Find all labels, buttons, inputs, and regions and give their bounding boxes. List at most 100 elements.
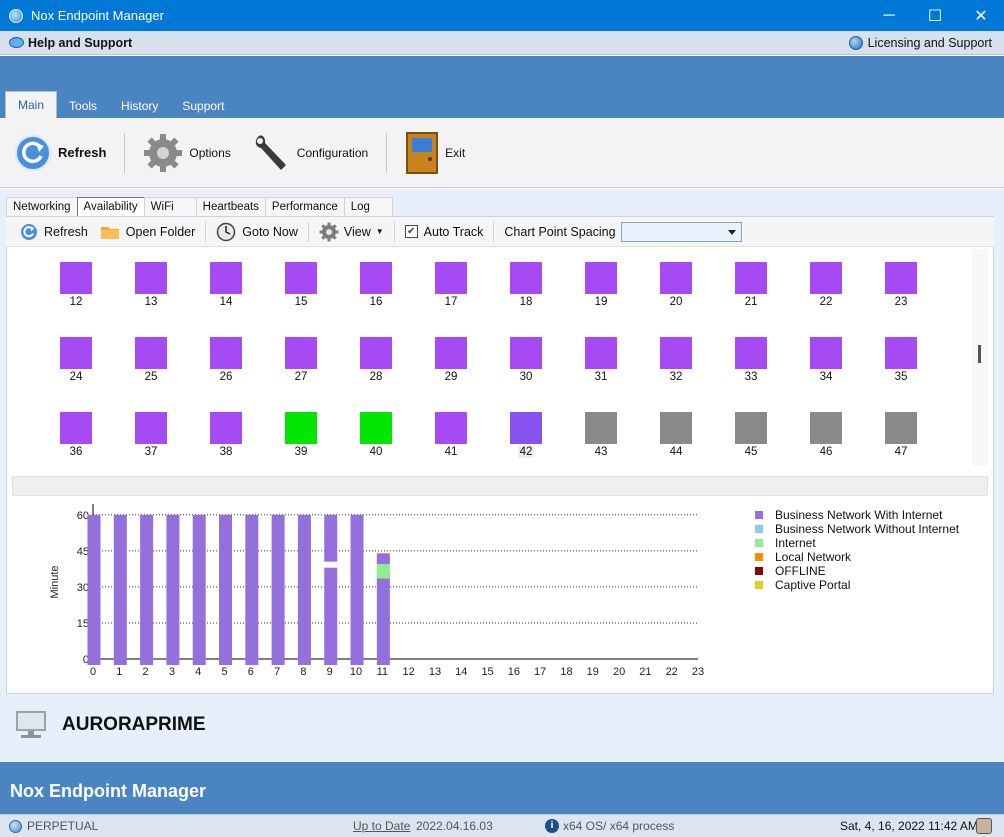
- minute-label: 17: [444, 296, 458, 308]
- minute-cell[interactable]: 24: [46, 324, 106, 384]
- minute-cell[interactable]: 33: [721, 324, 781, 384]
- minute-cell[interactable]: 42: [496, 399, 556, 459]
- auto-track-toggle[interactable]: ✔ Auto Track: [399, 220, 490, 244]
- chart-bar: [87, 514, 101, 665]
- goto-now-button[interactable]: Goto Now: [210, 220, 304, 244]
- minute-cell[interactable]: 12: [46, 249, 106, 309]
- minute-status-square: [285, 337, 317, 369]
- minute-cell[interactable]: 45: [721, 399, 781, 459]
- minute-cell[interactable]: 37: [121, 399, 181, 459]
- minute-cell[interactable]: 16: [346, 249, 406, 309]
- minimize-button[interactable]: ─: [866, 0, 912, 31]
- minute-cell[interactable]: 19: [571, 249, 631, 309]
- legend-label: Captive Portal: [775, 578, 851, 592]
- minute-cell[interactable]: 17: [421, 249, 481, 309]
- minute-cell[interactable]: 13: [121, 249, 181, 309]
- minute-label: 45: [744, 446, 758, 458]
- minute-cell[interactable]: 35: [871, 324, 931, 384]
- chart-point-spacing: Chart Point Spacing: [498, 220, 747, 244]
- minute-cell[interactable]: 18: [496, 249, 556, 309]
- auto-track-checkbox[interactable]: ✔: [404, 225, 418, 238]
- minute-cell[interactable]: 40: [346, 399, 406, 459]
- minute-label: 25: [144, 371, 158, 383]
- minute-cell[interactable]: 29: [421, 324, 481, 384]
- scrollbar-thumb[interactable]: [978, 345, 981, 363]
- minute-cell[interactable]: 31: [571, 324, 631, 384]
- open-folder-button[interactable]: Open Folder: [94, 220, 201, 244]
- tab-availability[interactable]: Availability: [76, 197, 145, 216]
- help-bar: Help and Support Licensing and Support: [0, 31, 1004, 55]
- x-tick-label: 11: [377, 666, 388, 678]
- window-title: Nox Endpoint Manager: [31, 8, 164, 23]
- goto-now-label: Goto Now: [242, 224, 298, 239]
- help-and-support-link[interactable]: Help and Support: [9, 36, 132, 50]
- close-button[interactable]: ✕: [958, 0, 1004, 31]
- update-status-link[interactable]: Up to Date: [353, 819, 410, 833]
- minute-cell[interactable]: 28: [346, 324, 406, 384]
- minute-cell[interactable]: 44: [646, 399, 706, 459]
- minute-cell[interactable]: 39: [271, 399, 331, 459]
- minute-cell[interactable]: 47: [871, 399, 931, 459]
- configuration-button[interactable]: Configuration: [241, 123, 378, 183]
- minute-label: 38: [219, 446, 233, 458]
- chart-point-spacing-select[interactable]: [620, 221, 742, 242]
- avatar[interactable]: [976, 818, 992, 834]
- tab-performance[interactable]: Performance: [264, 197, 345, 216]
- minute-label: 19: [594, 296, 608, 308]
- ribbon-tab-history[interactable]: History: [109, 94, 170, 118]
- machine-info: AURORAPRIME: [0, 700, 1004, 750]
- ribbon-tab-support[interactable]: Support: [170, 94, 236, 118]
- minute-label: 22: [819, 296, 833, 308]
- view-dropdown-button[interactable]: View ▼: [313, 220, 390, 244]
- minute-status-square: [585, 337, 617, 369]
- minute-cell[interactable]: 20: [646, 249, 706, 309]
- minute-cell[interactable]: 34: [796, 324, 856, 384]
- minute-status-square: [360, 412, 392, 444]
- ribbon-tab-main[interactable]: Main: [5, 91, 58, 118]
- minute-cell[interactable]: 41: [421, 399, 481, 459]
- minute-label: 42: [518, 446, 534, 458]
- maximize-button[interactable]: ☐: [912, 0, 958, 31]
- ribbon-separator: [124, 132, 126, 173]
- ribbon-tab-tools[interactable]: Tools: [57, 94, 109, 118]
- minute-cell[interactable]: 43: [571, 399, 631, 459]
- minute-label: 39: [294, 446, 308, 458]
- x-tick-label: 19: [587, 666, 599, 678]
- minute-cell[interactable]: 25: [121, 324, 181, 384]
- tab-log[interactable]: Log: [343, 197, 393, 216]
- exit-button[interactable]: Exit: [395, 123, 475, 183]
- minute-cell[interactable]: 15: [271, 249, 331, 309]
- chart-bar: [271, 514, 285, 665]
- splitter-bar[interactable]: [12, 476, 988, 496]
- minute-label: 41: [444, 446, 458, 458]
- minute-cell[interactable]: 46: [796, 399, 856, 459]
- minute-cell[interactable]: 21: [721, 249, 781, 309]
- minute-cell[interactable]: 27: [271, 324, 331, 384]
- minute-cell[interactable]: 23: [871, 249, 931, 309]
- tab-heartbeats[interactable]: Heartbeats: [195, 197, 266, 216]
- minute-cell[interactable]: 32: [646, 324, 706, 384]
- refresh-button[interactable]: Refresh: [0, 123, 116, 183]
- licensing-and-support-link[interactable]: Licensing and Support: [848, 35, 992, 50]
- minute-cell[interactable]: 14: [196, 249, 256, 309]
- minute-cell[interactable]: 26: [196, 324, 256, 384]
- wrench-icon: [255, 134, 286, 170]
- tab-networking[interactable]: Networking: [6, 197, 78, 216]
- minute-cell[interactable]: 36: [46, 399, 106, 459]
- chart-bar: [166, 514, 180, 665]
- tab-wifi[interactable]: WiFi: [143, 197, 197, 216]
- minute-cell[interactable]: 30: [496, 324, 556, 384]
- minute-cell[interactable]: 38: [196, 399, 256, 459]
- minute-label: 27: [294, 371, 308, 383]
- vertical-scrollbar[interactable]: [972, 249, 988, 465]
- toolbar-refresh-button[interactable]: Refresh: [14, 220, 94, 244]
- minute-status-square: [810, 262, 842, 294]
- y-tick-label: 15: [77, 618, 89, 630]
- brand-banner: Nox Endpoint Manager: [0, 762, 1004, 814]
- x-tick-label: 15: [481, 666, 493, 678]
- options-button[interactable]: Options: [133, 123, 240, 183]
- minute-label: 43: [594, 446, 608, 458]
- info-icon: i: [545, 819, 559, 833]
- x-tick-label: 12: [403, 666, 415, 678]
- minute-cell[interactable]: 22: [796, 249, 856, 309]
